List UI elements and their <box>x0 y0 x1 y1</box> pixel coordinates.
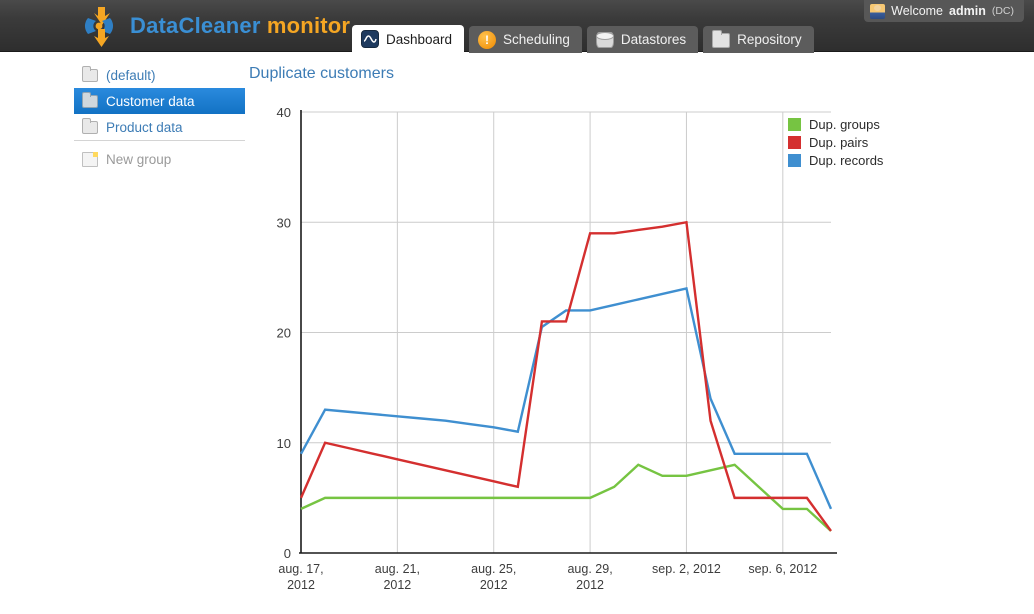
legend-label: Dup. records <box>809 152 884 168</box>
sidebar-item-product-data[interactable]: Product data <box>74 114 245 140</box>
folder-open-icon <box>82 91 98 108</box>
tab-dashboard[interactable]: Dashboard <box>352 25 465 53</box>
duplicate-customers-chart: 0 10 20 30 40 aug. 17, 2012 aug. 21, 2012 aug. 25… <box>249 100 1029 600</box>
legend-label: Dup. pairs <box>809 134 869 150</box>
brand-title-primary: DataCleaner <box>130 13 261 38</box>
legend-item-dup-pairs[interactable]: Dup. pairs <box>788 133 883 151</box>
sidebar-item-label: (default) <box>106 67 156 83</box>
legend-swatch <box>788 117 801 131</box>
brand: DataCleaner monitor <box>78 4 350 48</box>
brand-title: DataCleaner monitor <box>130 13 350 39</box>
tab-datastores[interactable]: Datastores <box>586 26 699 53</box>
folder-closed-icon <box>82 117 98 134</box>
main-nav-tabs: Dashboard ! Scheduling Datastores Reposi… <box>352 25 814 53</box>
user-avatar-icon <box>870 3 886 19</box>
chart-series-line <box>299 220 832 532</box>
y-axis-tick-label: 30 <box>277 215 291 230</box>
tab-label: Datastores <box>620 32 687 47</box>
legend-swatch <box>788 135 801 149</box>
welcome-prefix: Welcome <box>891 4 944 18</box>
x-axis-tick-label: aug. 29, 2012 <box>567 562 612 592</box>
dashboard-icon <box>361 30 379 48</box>
page-title: Duplicate customers <box>249 65 394 82</box>
sidebar-item-customer-data[interactable]: Customer data <box>74 88 245 114</box>
x-axis-tick-label: sep. 6, 2012 <box>748 562 817 576</box>
brand-title-secondary: monitor <box>266 13 351 38</box>
dataCleaner-logo-icon <box>78 5 120 47</box>
sidebar-item-default[interactable]: (default) <box>74 62 245 88</box>
top-bar: DataCleaner monitor Dashboard ! Scheduli… <box>0 0 1034 53</box>
y-axis-tick-label: 10 <box>277 436 291 451</box>
sidebar-new-group-label: New group <box>106 151 172 167</box>
welcome-username: admin <box>949 4 986 18</box>
new-page-icon <box>82 151 98 167</box>
tab-repository[interactable]: Repository <box>703 26 814 53</box>
legend-label: Dup. groups <box>809 116 880 132</box>
y-axis-tick-label: 20 <box>277 326 291 341</box>
welcome-tenant: (DC) <box>991 5 1014 17</box>
y-axis-tick-label: 0 <box>284 546 291 561</box>
tab-label: Scheduling <box>503 32 570 47</box>
chart-plot: 0 10 20 30 40 aug. 17, 2012 aug. 21, 2012 aug. 25… <box>277 105 837 592</box>
tab-label: Repository <box>737 32 802 47</box>
legend-item-dup-groups[interactable]: Dup. groups <box>788 115 883 133</box>
legend-swatch <box>788 153 801 167</box>
welcome-user-menu[interactable]: Welcome admin (DC) <box>864 0 1024 22</box>
dashboard-group-sidebar: (default) Customer data Product data New… <box>74 62 245 172</box>
x-axis-tick-label: aug. 17, 2012 <box>278 562 323 592</box>
sidebar-item-label: Product data <box>106 119 183 135</box>
folder-icon <box>712 29 731 49</box>
x-axis-tick-label: aug. 21, 2012 <box>375 562 420 592</box>
legend-item-dup-records[interactable]: Dup. records <box>788 151 883 169</box>
tab-scheduling[interactable]: ! Scheduling <box>469 26 582 53</box>
x-axis-tick-label: aug. 25, 2012 <box>471 562 516 592</box>
x-axis-tick-label: sep. 2, 2012 <box>652 562 721 576</box>
alert-icon: ! <box>478 30 497 49</box>
sidebar-new-group-button[interactable]: New group <box>74 146 245 172</box>
tab-label: Dashboard <box>386 31 453 47</box>
folder-closed-icon <box>82 65 98 82</box>
sidebar-item-label: Customer data <box>106 93 195 109</box>
y-axis-tick-label: 40 <box>277 105 291 120</box>
chart-legend: Dup. groups Dup. pairs Dup. records <box>788 115 883 169</box>
database-icon <box>595 31 614 49</box>
sidebar-divider <box>74 140 245 141</box>
